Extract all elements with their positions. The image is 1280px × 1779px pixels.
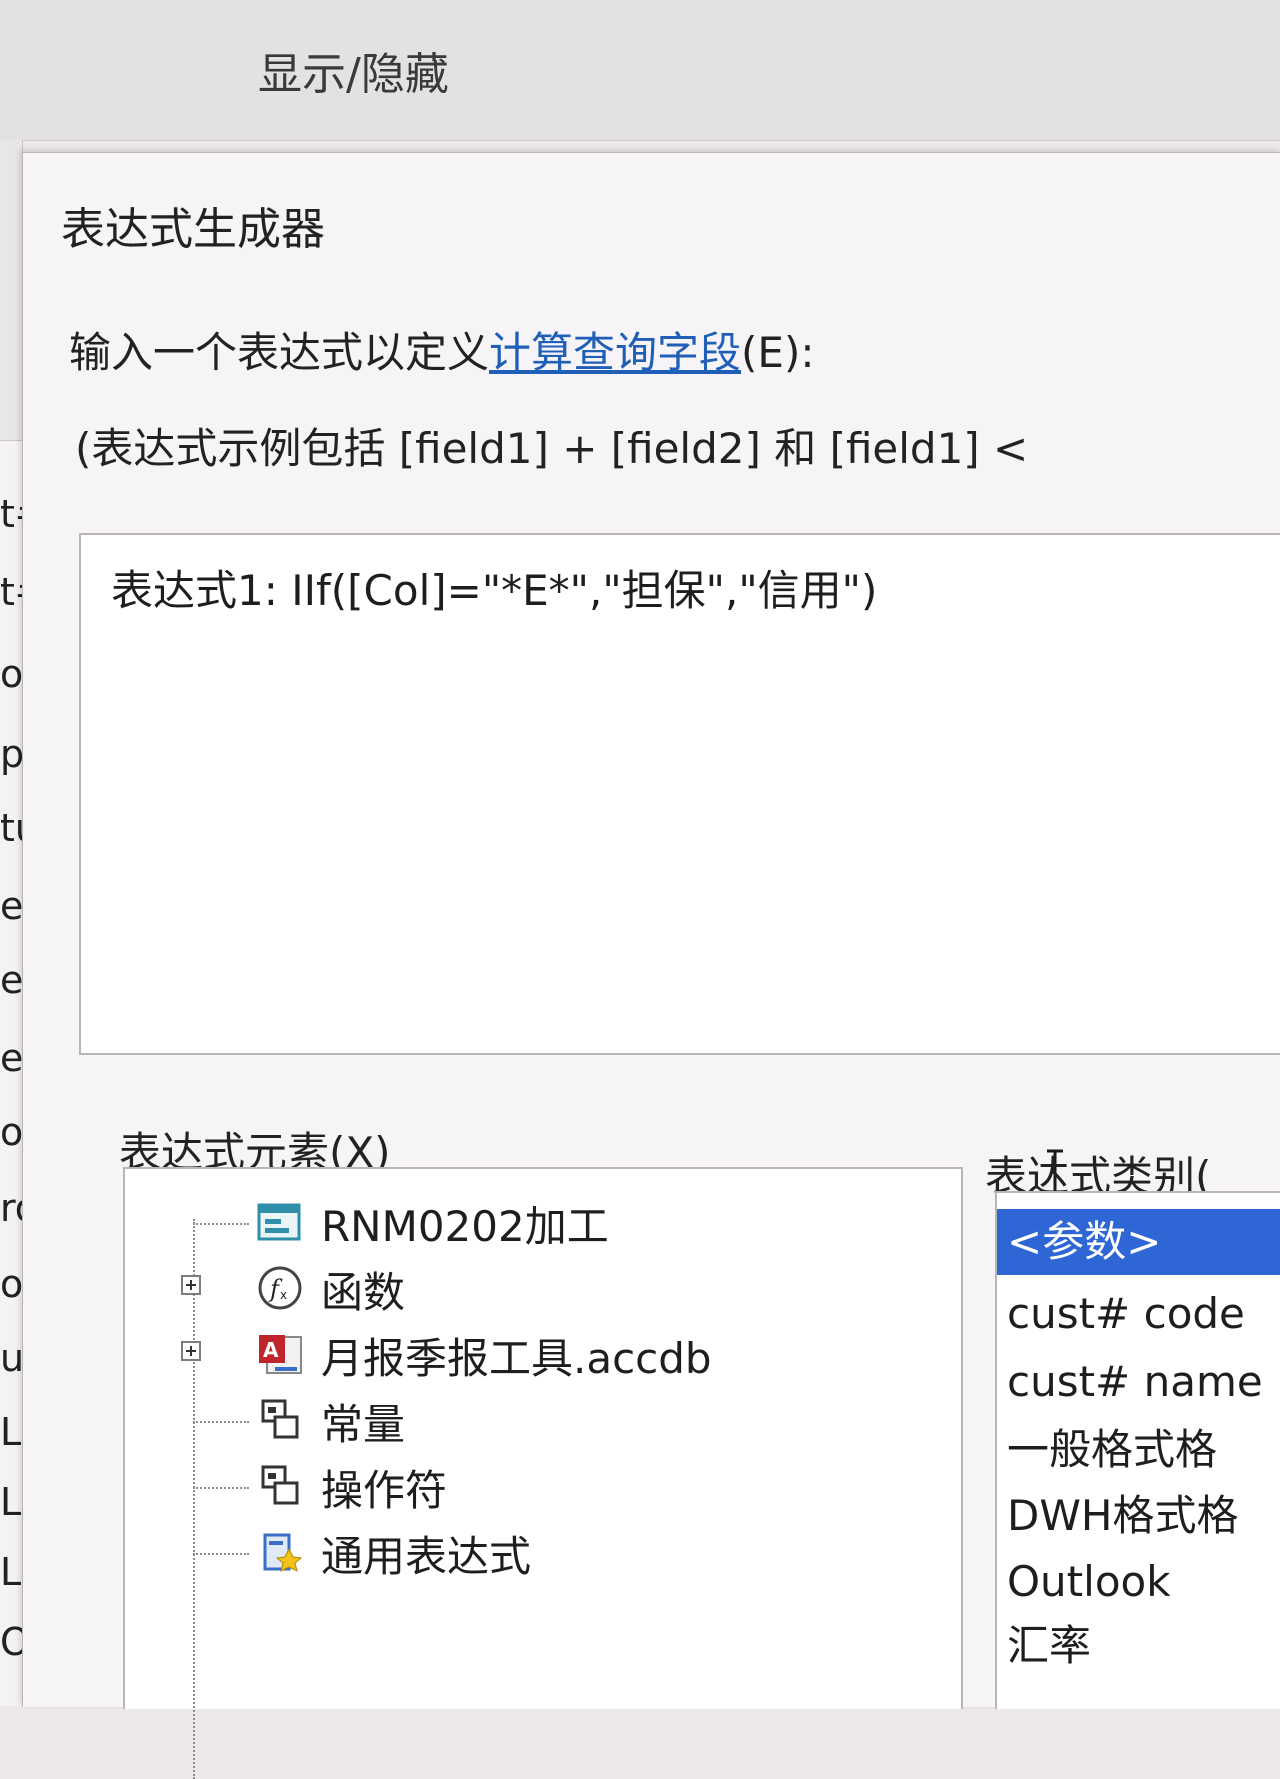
background-field-fragment: roup xyxy=(0,1186,22,1230)
form-icon xyxy=(257,1203,301,1241)
background-field-fragment: omn xyxy=(0,1262,23,1306)
tree-item-label: 常量 xyxy=(321,1400,406,1449)
background-field-fragment: pl xyxy=(0,732,23,776)
background-field-fragment: OD xyxy=(0,1620,22,1664)
expand-icon[interactable] xyxy=(181,1275,201,1295)
background-header xyxy=(0,140,22,441)
background-field-fragment: ollat xyxy=(0,1110,23,1154)
background-field-fragment: ol xyxy=(0,652,23,696)
background-field-fragment: t# xyxy=(0,570,22,614)
tree-branch-line xyxy=(193,1421,249,1423)
background-field-list: t# t# ol pl tus elin edit edit ollat rou… xyxy=(0,140,23,1706)
background-field-fragment: tus xyxy=(0,806,22,850)
background-field-fragment: LN xyxy=(0,1410,22,1454)
access-database-icon: A xyxy=(259,1335,302,1374)
category-item[interactable]: cust# code xyxy=(997,1281,1280,1347)
background-field-fragment: ulti xyxy=(0,1336,23,1380)
category-item[interactable]: <参数> xyxy=(997,1209,1280,1275)
background-field-fragment: edit xyxy=(0,958,23,1002)
tree-item-label: RNM0202加工 xyxy=(321,1202,609,1251)
expression-text: 表达式1: IIf([Col]="*E*","担保","信用") xyxy=(111,566,878,615)
expression-builder-dialog: 表达式生成器 输入一个表达式以定义计算查询字段(E): (表达式示例包括 [fi… xyxy=(22,152,1280,1779)
prompt-accelerator: (E): xyxy=(741,328,815,377)
expression-categories-list[interactable]: <参数> cust# code cust# name 一般格式格 DWH格式格 … xyxy=(995,1191,1280,1709)
expression-input[interactable]: 表达式1: IIf([Col]="*E*","担保","信用") xyxy=(79,533,1280,1055)
background-field-fragment: elin xyxy=(0,884,23,928)
operators-icon xyxy=(261,1465,299,1505)
dialog-title: 表达式生成器 xyxy=(61,204,325,255)
calculated-query-field-link[interactable]: 计算查询字段 xyxy=(489,328,741,377)
tree-branch-line xyxy=(193,1223,249,1225)
tree-branch-line xyxy=(193,1487,249,1489)
background-field-fragment: LN te xyxy=(0,1480,22,1524)
common-expressions-icon xyxy=(263,1533,303,1572)
tree-item-label: 操作符 xyxy=(321,1466,448,1515)
category-item[interactable]: 一般格式格 xyxy=(997,1417,1280,1483)
function-icon: f x xyxy=(258,1266,302,1310)
constants-icon xyxy=(261,1399,299,1439)
category-item[interactable]: 汇率 xyxy=(997,1613,1280,1679)
expression-elements-list[interactable]: RNM0202加工 f x 函数 A 月报季报工具.accdb 常量 操作符 通… xyxy=(123,1167,963,1779)
category-item[interactable]: Outlook xyxy=(997,1549,1280,1615)
background-field-fragment: t# xyxy=(0,492,22,536)
show-hide-group-label: 显示/隐藏 xyxy=(258,49,449,100)
expand-icon[interactable] xyxy=(181,1341,201,1361)
expression-prompt: 输入一个表达式以定义计算查询字段(E): xyxy=(69,319,815,380)
prompt-text: 输入一个表达式以定义 xyxy=(69,328,490,377)
tree-connector xyxy=(193,1219,195,1779)
expression-example-hint: (表达式示例包括 [field1] + [field2] 和 [field1] … xyxy=(75,424,1029,473)
background-field-fragment: LN te xyxy=(0,1550,22,1594)
category-item[interactable]: DWH格式格 xyxy=(997,1483,1280,1549)
svg-text:x: x xyxy=(280,1288,287,1302)
svg-text:A: A xyxy=(263,1338,279,1362)
tree-item-label: 函数 xyxy=(321,1268,406,1317)
background-field-fragment: edit xyxy=(0,1036,23,1080)
ribbon: 显示/隐藏 xyxy=(0,0,1280,141)
tree-branch-line xyxy=(193,1553,249,1555)
category-item[interactable]: cust# name xyxy=(997,1349,1280,1415)
tree-item-label: 月报季报工具.accdb xyxy=(321,1334,712,1383)
tree-item-label: 通用表达式 xyxy=(321,1532,532,1581)
